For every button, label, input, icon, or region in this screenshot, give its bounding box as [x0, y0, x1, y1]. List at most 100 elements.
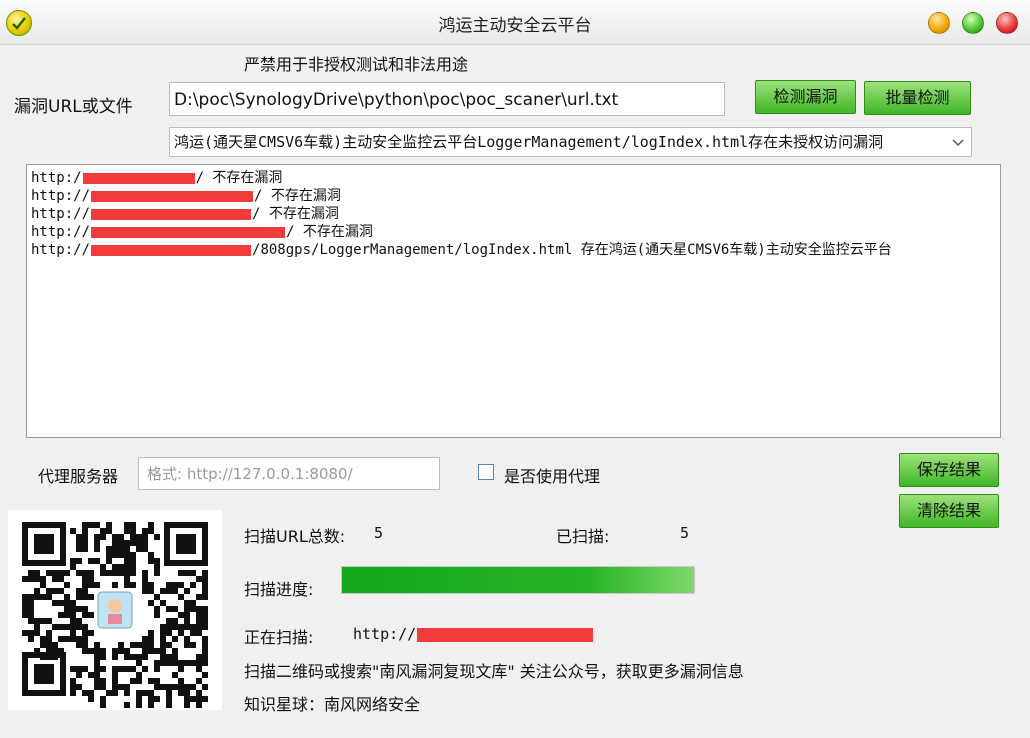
qr-module [94, 684, 100, 690]
qr-module [76, 642, 82, 648]
qr-module [202, 654, 208, 660]
qr-module [94, 546, 100, 552]
qr-module [196, 618, 202, 624]
qr-module [52, 600, 58, 606]
qr-module [124, 522, 130, 528]
qr-module [124, 582, 130, 588]
qr-module [28, 636, 34, 642]
qr-module [64, 636, 70, 642]
result-url-prefix: http:// [31, 188, 91, 204]
result-status: / 不存在漏洞 [286, 224, 373, 240]
qr-module [148, 588, 154, 594]
proxy-input[interactable] [138, 457, 440, 490]
qr-module [22, 612, 28, 618]
qr-module [100, 666, 106, 672]
qr-module [82, 630, 88, 636]
qr-module [112, 552, 118, 558]
qr-module [118, 552, 124, 558]
qr-module [112, 672, 118, 678]
qr-module [94, 672, 100, 678]
qr-module [94, 582, 100, 588]
qr-module [154, 660, 160, 666]
result-line: http:// / 不存在漏洞 [31, 223, 996, 241]
qr-module [202, 588, 208, 594]
qr-module [82, 606, 88, 612]
qr-module [118, 642, 124, 648]
use-proxy-checkbox[interactable] [478, 464, 494, 480]
result-url-prefix: http:// [31, 206, 91, 222]
qr-module [160, 648, 166, 654]
qr-module [94, 660, 100, 666]
qr-module [64, 570, 70, 576]
qr-module [46, 588, 52, 594]
qr-module [202, 642, 208, 648]
qr-module [46, 570, 52, 576]
url-input[interactable]: D:\poc\SynologyDrive\python\poc\poc_scan… [169, 82, 725, 116]
qr-module [136, 534, 142, 540]
clear-results-button[interactable]: 清除结果 [899, 494, 999, 528]
poc-select[interactable]: 鸿运(通天星CMSV6车载)主动安全监控云平台LoggerManagement/… [169, 127, 972, 157]
qr-module [136, 540, 142, 546]
qr-module [166, 702, 172, 708]
qr-module [172, 684, 178, 690]
qr-module [70, 624, 76, 630]
maximize-button[interactable] [962, 12, 984, 34]
qr-module [148, 642, 154, 648]
qr-module [94, 540, 100, 546]
qr-module [142, 636, 148, 642]
qr-module [148, 552, 154, 558]
minimize-button[interactable] [928, 12, 950, 34]
close-button[interactable] [996, 12, 1018, 34]
qr-module [184, 702, 190, 708]
qr-module [58, 588, 64, 594]
qr-module [88, 696, 94, 702]
qr-module [64, 624, 70, 630]
qr-module [160, 654, 166, 660]
qr-module [202, 570, 208, 576]
qr-module [160, 660, 166, 666]
qr-module [88, 522, 94, 528]
qr-module [202, 636, 208, 642]
qr-module [184, 606, 190, 612]
qr-module [130, 666, 136, 672]
qr-module [142, 654, 148, 660]
qr-module [100, 702, 106, 708]
qr-module [166, 630, 172, 636]
qr-module [124, 540, 130, 546]
qr-module [40, 636, 46, 642]
save-results-button[interactable]: 保存结果 [899, 453, 999, 487]
qr-module [82, 594, 88, 600]
qr-module [52, 642, 58, 648]
result-line: http:// / 不存在漏洞 [31, 187, 996, 205]
qr-module [190, 570, 196, 576]
chevron-down-icon[interactable] [945, 128, 971, 156]
qr-module [22, 606, 28, 612]
qr-module [118, 540, 124, 546]
qr-module [172, 672, 178, 678]
qr-module [148, 528, 154, 534]
qr-module [178, 624, 184, 630]
qr-module [196, 702, 202, 708]
qr-module [154, 570, 160, 576]
check-vuln-button[interactable]: 检测漏洞 [755, 80, 856, 114]
qr-module [124, 684, 130, 690]
qr-module [130, 678, 136, 684]
qr-module [34, 630, 40, 636]
qr-module [172, 624, 178, 630]
qr-module [100, 678, 106, 684]
results-textarea[interactable]: http:/ / 不存在漏洞 http:// / 不存在漏洞 http:// / 不存在漏… [26, 164, 1001, 438]
batch-check-button[interactable]: 批量检测 [864, 81, 971, 115]
qr-module [154, 558, 160, 564]
qr-module [28, 606, 34, 612]
qr-module [46, 636, 52, 642]
qr-module [112, 570, 118, 576]
qr-module [190, 630, 196, 636]
qr-module [142, 648, 148, 654]
qr-module [124, 666, 130, 672]
qr-module [34, 624, 40, 630]
qr-module [76, 618, 82, 624]
qr-module [124, 546, 130, 552]
qr-module [100, 528, 106, 534]
qr-module [154, 684, 160, 690]
qr-module [94, 666, 100, 672]
